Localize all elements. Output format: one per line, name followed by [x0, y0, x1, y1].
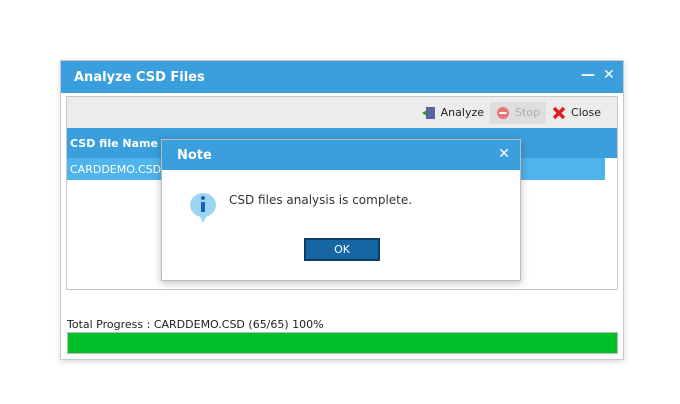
red-x-icon: [552, 106, 566, 119]
toolbar: Analyze Stop Close: [67, 97, 617, 128]
cell-csd-file-name: CARDDEMO.CSD: [70, 162, 162, 176]
dialog-title: Note: [177, 147, 212, 163]
stop-icon: [497, 106, 510, 119]
window-title: Analyze CSD Files: [74, 69, 205, 85]
close-button[interactable]: Close: [546, 102, 607, 124]
close-icon[interactable]: ✕: [603, 67, 615, 83]
dialog-title-bar[interactable]: Note ✕: [162, 140, 520, 170]
note-dialog: Note ✕ CSD files analysis is complete. O…: [161, 139, 521, 281]
stop-button[interactable]: Stop: [490, 101, 547, 124]
progress-label: Total Progress : CARDDEMO.CSD (65/65) 10…: [67, 318, 324, 331]
progress-bar: [67, 332, 618, 354]
progress-fill: [68, 333, 617, 353]
stop-label: Stop: [515, 106, 541, 119]
dialog-message: CSD files analysis is complete.: [229, 193, 413, 207]
analyze-label: Analyze: [440, 106, 485, 119]
dialog-close-icon[interactable]: ✕: [498, 146, 510, 162]
info-icon: [190, 193, 216, 223]
close-label: Close: [571, 106, 601, 119]
minimize-icon[interactable]: —: [581, 67, 595, 83]
ok-button[interactable]: OK: [304, 238, 380, 261]
window-title-bar[interactable]: Analyze CSD Files — ✕: [61, 61, 623, 93]
column-header-csd-file-name[interactable]: CSD file Name: [70, 137, 158, 150]
analyze-button[interactable]: Analyze: [416, 102, 490, 124]
analyze-icon: [421, 106, 435, 119]
